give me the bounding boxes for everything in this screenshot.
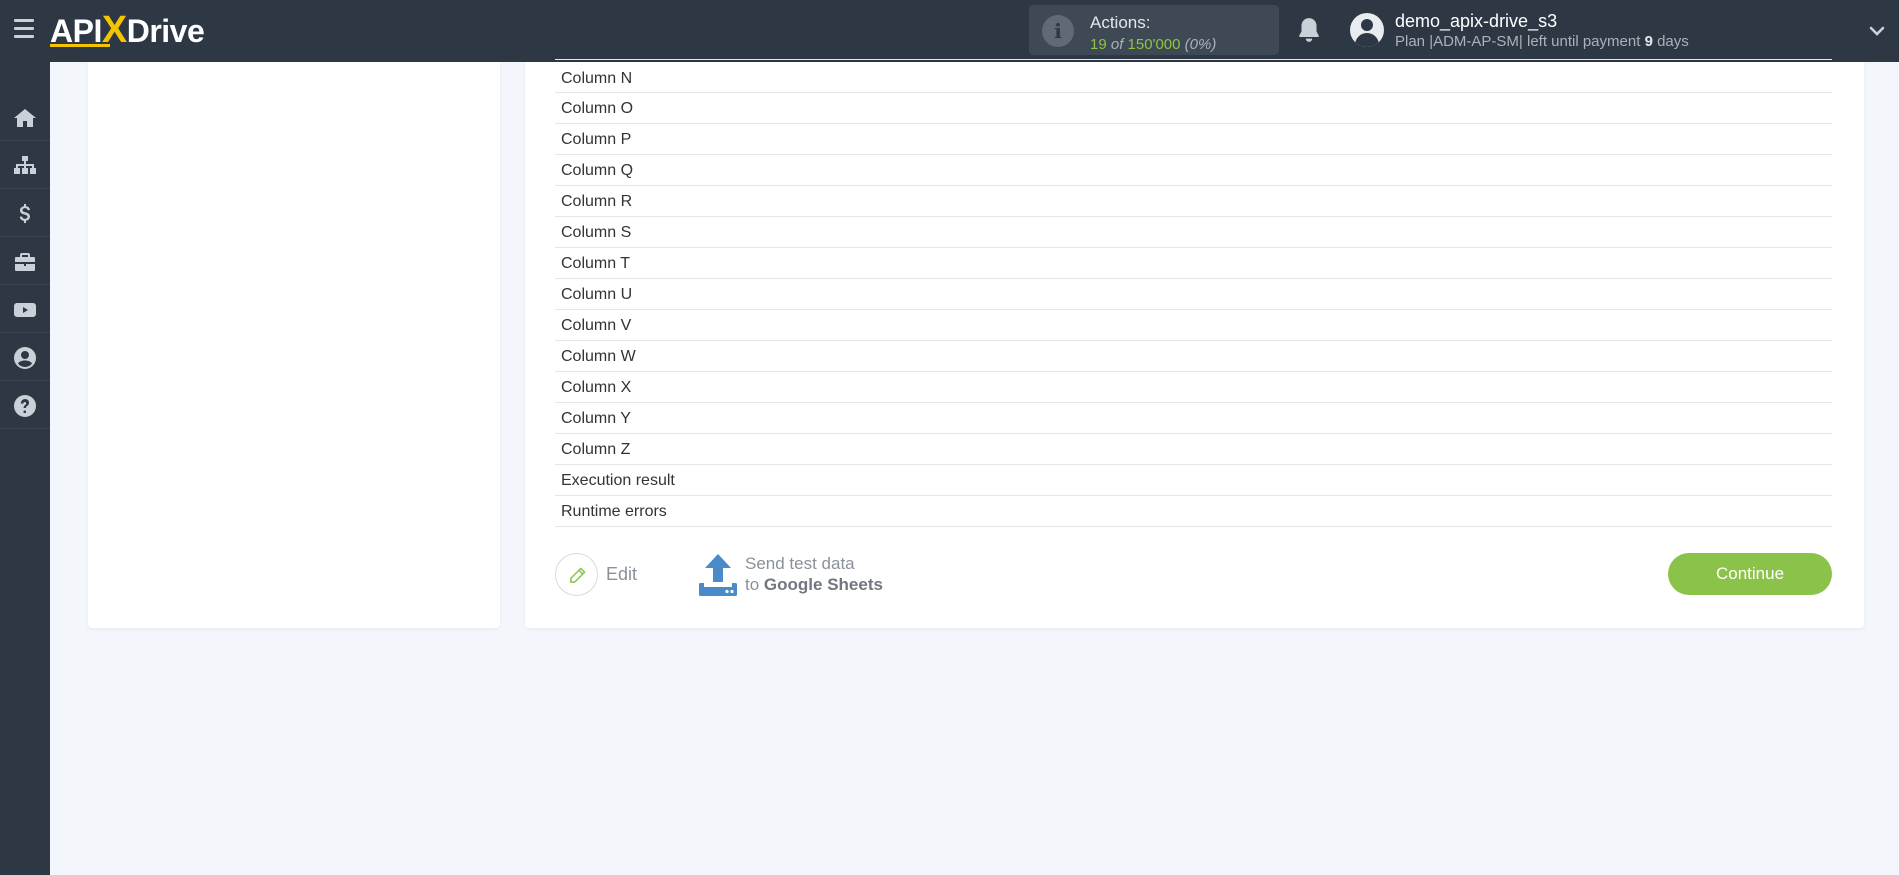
- sitemap-icon: [14, 156, 36, 174]
- top-bar: APIXDrive i Actions: 19 of 150'000 (0%) …: [0, 0, 1899, 62]
- list-item: Column Z: [555, 434, 1832, 465]
- list-item: Column Q: [555, 155, 1832, 186]
- send-test-data-button[interactable]: Send test data to Google Sheets: [697, 552, 907, 598]
- user-avatar[interactable]: [1350, 13, 1384, 47]
- continue-button[interactable]: Continue: [1668, 553, 1832, 595]
- bell-icon[interactable]: [1296, 16, 1322, 44]
- chevron-down-icon[interactable]: [1868, 22, 1886, 40]
- sidebar-item-account[interactable]: [0, 334, 50, 381]
- hamburger-menu-icon[interactable]: [12, 19, 36, 41]
- home-icon: [14, 109, 36, 127]
- field-list: Column N Column O Column P Column Q Colu…: [555, 59, 1832, 527]
- list-item: Runtime errors: [555, 496, 1832, 527]
- send-test-data-label: Send test data: [745, 554, 855, 573]
- list-item: Column X: [555, 372, 1832, 403]
- sidebar-item-home[interactable]: [0, 94, 50, 141]
- info-icon: i: [1042, 15, 1074, 47]
- list-item: Column N: [555, 59, 1832, 93]
- edit-circle[interactable]: [555, 553, 598, 596]
- list-item: Column S: [555, 217, 1832, 248]
- sidebar-item-billing[interactable]: [0, 190, 50, 237]
- pencil-icon: [570, 567, 586, 583]
- sidebar: [0, 62, 50, 875]
- list-item: Column T: [555, 248, 1832, 279]
- list-item: Column P: [555, 124, 1832, 155]
- actions-value: 19 of 150'000 (0%): [1090, 36, 1217, 53]
- user-name[interactable]: demo_apix-drive_s3: [1395, 11, 1557, 32]
- briefcase-icon: [15, 253, 35, 271]
- apixdrive-logo[interactable]: APIXDrive: [50, 9, 205, 51]
- user-circle-icon: [14, 347, 36, 369]
- sidebar-item-connections[interactable]: [0, 142, 50, 189]
- left-panel: [88, 62, 500, 628]
- list-item: Column V: [555, 310, 1832, 341]
- list-item: Column W: [555, 341, 1832, 372]
- send-target-label: to Google Sheets: [745, 575, 883, 594]
- list-item: Column O: [555, 93, 1832, 124]
- youtube-icon: [14, 303, 36, 317]
- sidebar-item-help[interactable]: [0, 382, 50, 429]
- upload-icon: [699, 554, 737, 596]
- dollar-icon: [19, 204, 30, 223]
- question-icon: [14, 395, 36, 417]
- actions-counter: i Actions: 19 of 150'000 (0%): [1029, 5, 1279, 55]
- actions-label: Actions:: [1090, 13, 1151, 32]
- user-plan-info: Plan |ADM-AP-SM| left until payment 9 da…: [1395, 33, 1689, 50]
- sidebar-item-tools[interactable]: [0, 238, 50, 285]
- list-item: Execution result: [555, 465, 1832, 496]
- list-item: Column R: [555, 186, 1832, 217]
- main-panel: Column N Column O Column P Column Q Colu…: [525, 59, 1864, 628]
- sidebar-item-videos[interactable]: [0, 286, 50, 333]
- list-item: Column Y: [555, 403, 1832, 434]
- edit-label[interactable]: Edit: [606, 564, 637, 585]
- list-item: Column U: [555, 279, 1832, 310]
